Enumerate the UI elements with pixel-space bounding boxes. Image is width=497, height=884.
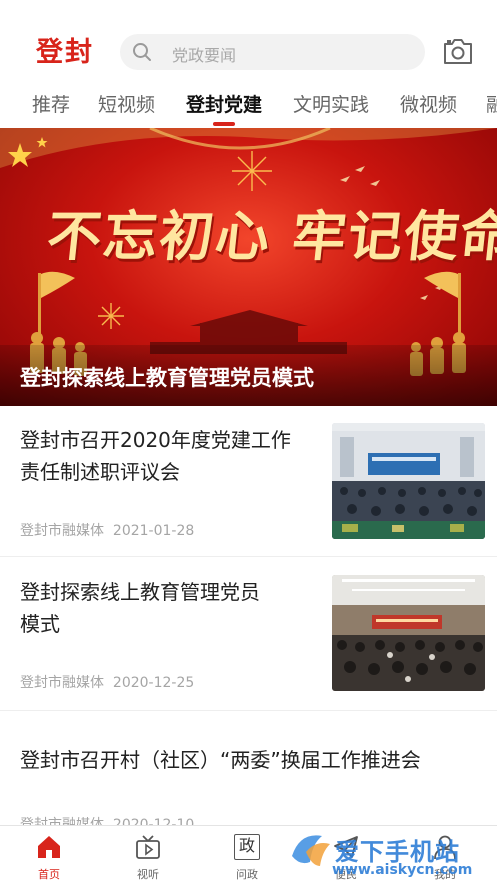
camera-icon[interactable] bbox=[442, 36, 474, 66]
news-title[interactable]: 登封市召开2020年度党建工作 责任制述职评议会 bbox=[20, 424, 291, 488]
tab-media[interactable]: 融 bbox=[486, 90, 497, 117]
tab-party-building[interactable]: 登封党建 bbox=[186, 90, 262, 117]
news-title-line: 登封市召开2020年度党建工作 bbox=[20, 428, 291, 452]
tab-short-video[interactable]: 短视频 bbox=[98, 90, 155, 117]
app-header: 登封 党政要闻 bbox=[0, 0, 497, 80]
zheng-icon: 政 bbox=[234, 834, 260, 860]
app-logo[interactable]: 登封 bbox=[36, 30, 94, 69]
news-source: 登封市融媒体 bbox=[20, 523, 104, 539]
search-placeholder: 党政要闻 bbox=[172, 46, 237, 65]
active-tab-indicator bbox=[213, 122, 235, 126]
search-bar[interactable]: 党政要闻 bbox=[120, 34, 425, 70]
tabbar-label: 视听 bbox=[137, 868, 159, 881]
news-date: 2020-12-25 bbox=[112, 675, 195, 691]
tab-recommend[interactable]: 推荐 bbox=[32, 90, 70, 117]
news-thumbnail[interactable] bbox=[332, 575, 485, 691]
banner-caption[interactable]: 登封探索线上教育管理党员模式 bbox=[20, 362, 314, 392]
divider bbox=[0, 710, 497, 711]
meeting-photo bbox=[332, 423, 485, 539]
news-meta: 登封市融媒体 2021-01-28 bbox=[20, 520, 194, 540]
news-thumbnail[interactable] bbox=[332, 423, 485, 539]
tab-civilization-practice[interactable]: 文明实践 bbox=[293, 90, 369, 117]
home-icon bbox=[38, 836, 60, 858]
divider bbox=[0, 556, 497, 557]
news-title[interactable]: 登封探索线上教育管理党员 模式 bbox=[20, 576, 260, 640]
meeting-photo bbox=[332, 575, 485, 691]
news-title-line: 模式 bbox=[20, 612, 60, 636]
tab-micro-video[interactable]: 微视频 bbox=[400, 90, 457, 117]
news-title-line: 责任制述职评议会 bbox=[20, 460, 180, 484]
news-date: 2021-01-28 bbox=[112, 523, 195, 539]
banner-slogan: 不忘初心 牢记使命 bbox=[44, 204, 497, 268]
tabbar-item-home[interactable]: 首页 bbox=[14, 826, 84, 884]
tabbar-item-watch[interactable]: 视听 bbox=[113, 826, 183, 884]
news-meta: 登封市融媒体 2020-12-25 bbox=[20, 672, 194, 692]
watermark-url: www.aiskycn.com bbox=[332, 862, 473, 878]
tabbar-label: 首页 bbox=[38, 868, 60, 881]
tv-icon bbox=[136, 835, 160, 859]
search-icon bbox=[133, 43, 151, 61]
news-title[interactable]: 登封市召开村（社区）“两委”换届工作推进会 bbox=[20, 744, 421, 776]
news-title-line: 登封探索线上教育管理党员 bbox=[20, 580, 260, 604]
category-tabs: 推荐 短视频 登封党建 文明实践 微视频 融 bbox=[0, 84, 497, 128]
news-source: 登封市融媒体 bbox=[20, 675, 104, 691]
